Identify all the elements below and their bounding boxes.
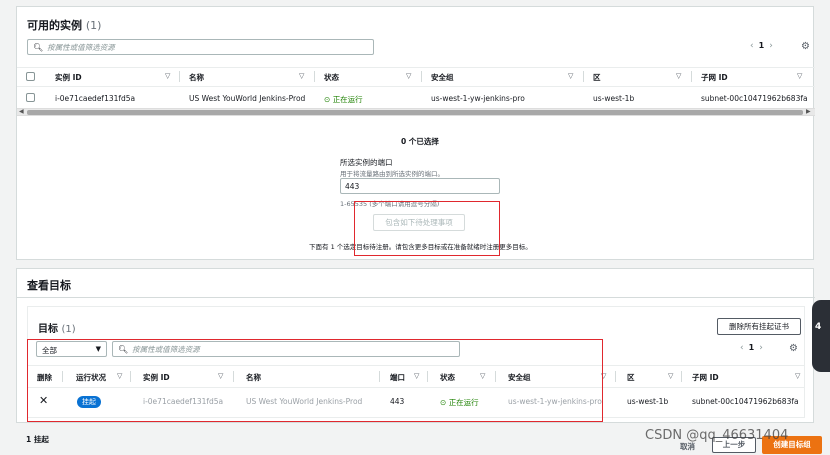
chevron-right-icon[interactable]: › (759, 343, 763, 353)
targets-title: 目标 (1) (38, 324, 76, 335)
security-group: us-west-1-yw-jenkins-pro (431, 94, 525, 103)
col-instance-id[interactable]: 实例 ID (55, 72, 82, 83)
chevron-left-icon[interactable]: ‹ (750, 41, 754, 51)
watermark: CSDN @qq_46631404 (645, 428, 789, 443)
highlight-box (354, 201, 500, 256)
search-icon: 🔍︎ (33, 42, 44, 52)
sort-icon[interactable]: ▽ (676, 72, 681, 80)
chevron-left-icon[interactable]: ‹ (740, 343, 744, 353)
port-hint: 用于将流量路由到所选实例的端口。 (340, 170, 444, 178)
select-all-checkbox[interactable] (26, 72, 35, 81)
sort-icon[interactable]: ▽ (795, 372, 800, 380)
targets-pagination[interactable]: ‹ 1 › (740, 343, 763, 353)
gear-icon[interactable]: ⚙ (789, 343, 798, 354)
scroll-thumb[interactable] (27, 110, 803, 115)
sort-icon[interactable]: ▽ (165, 72, 170, 80)
sort-icon[interactable]: ▽ (299, 72, 304, 80)
sort-icon[interactable]: ▽ (406, 72, 411, 80)
col-subnet-id[interactable]: 子网 ID (701, 72, 728, 83)
available-pagination[interactable]: ‹ 1 › (750, 41, 773, 51)
available-instances-title: 可用的实例 (1) (27, 19, 102, 32)
row-checkbox[interactable] (26, 93, 35, 102)
scroll-left-icon[interactable]: ◀ (19, 108, 24, 115)
col-subnet-id[interactable]: 子网 ID (692, 372, 719, 383)
gear-icon[interactable]: ⚙ (801, 41, 810, 52)
zone: us-west-1b (593, 94, 635, 103)
instance-id: i-0e71caedef131fd5a (55, 94, 136, 103)
instance-name: US West YouWorld Jenkins-Prod (189, 94, 306, 103)
highlight-box (27, 339, 603, 422)
speed-icon: 4 (815, 322, 822, 332)
sort-icon[interactable]: ▽ (568, 72, 573, 80)
remove-all-pending-button[interactable]: 删除所有挂起证书 (717, 318, 801, 335)
sort-icon[interactable]: ▽ (797, 72, 802, 80)
subnet-id: subnet-00c10471962b683fa (692, 397, 799, 406)
zone: us-west-1b (627, 397, 669, 406)
sort-icon[interactable]: ▽ (668, 372, 673, 380)
horizontal-scrollbar[interactable]: ◀ ▶ (17, 108, 815, 116)
review-targets-title: 查看目标 (27, 279, 71, 292)
port-label: 所选实例的端口 (340, 158, 393, 167)
available-search-input[interactable]: 🔍︎ 按属性或值筛选资源 (27, 39, 374, 55)
col-name[interactable]: 名称 (189, 72, 204, 83)
subnet-id: subnet-00c10471962b683fa (701, 94, 808, 103)
col-zone[interactable]: 区 (627, 372, 635, 383)
pending-count: 1 挂起 (26, 435, 49, 444)
chevron-right-icon[interactable]: › (769, 41, 773, 51)
col-security-group[interactable]: 安全组 (431, 72, 454, 83)
port-input[interactable]: 443 (340, 178, 500, 194)
col-zone[interactable]: 区 (593, 72, 601, 83)
selected-count: 0 个已选择 (401, 137, 439, 146)
status-running: ⊙ 正在运行 (324, 95, 363, 104)
scroll-right-icon[interactable]: ▶ (806, 108, 811, 115)
col-status[interactable]: 状态 (324, 72, 339, 83)
side-widget[interactable]: 4 (812, 300, 830, 372)
check-circle-icon: ⊙ (324, 95, 331, 104)
